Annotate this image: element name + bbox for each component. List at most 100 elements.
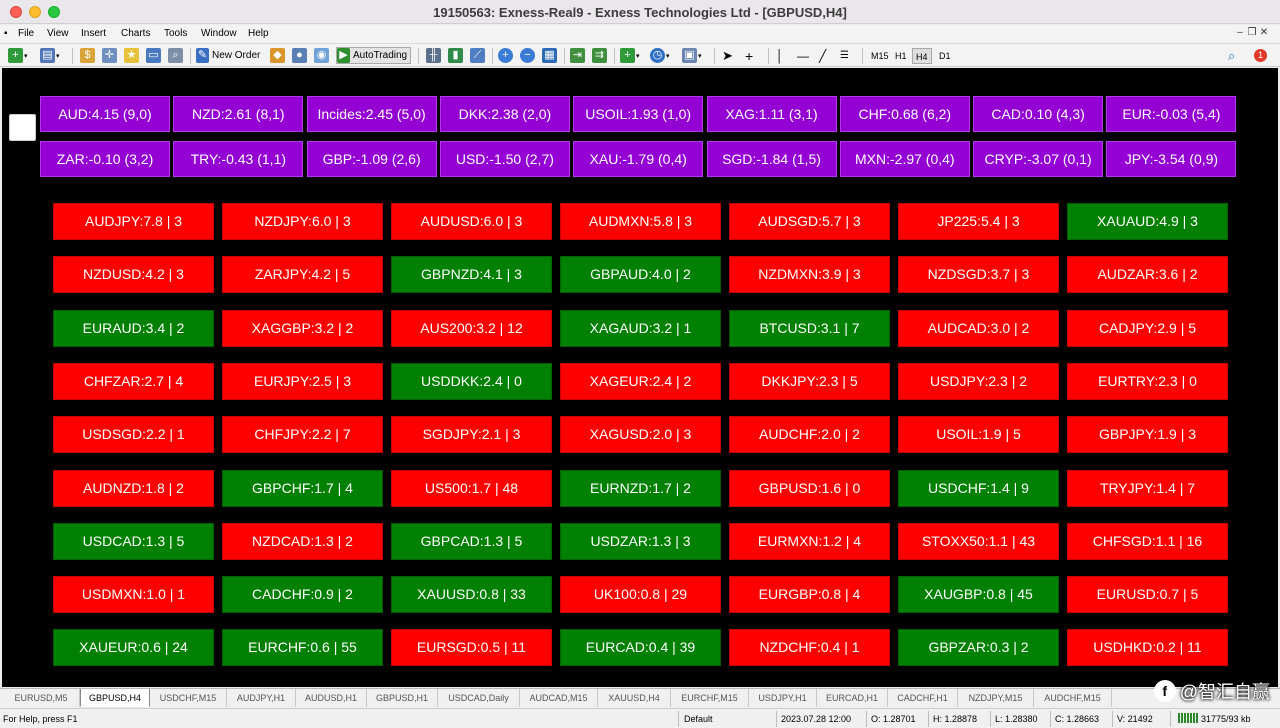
timeframe-h1[interactable]: H1 bbox=[892, 48, 910, 64]
signals-button[interactable]: ● bbox=[292, 47, 307, 64]
currency-strength-button[interactable]: Incides:2.45 (5,0) bbox=[306, 96, 437, 132]
chart-tab[interactable]: AUDUSD,H1 bbox=[296, 689, 367, 707]
currency-strength-button[interactable]: XAG:1.11 (3,1) bbox=[706, 96, 837, 132]
panel-toggle-button[interactable] bbox=[9, 114, 36, 141]
pair-strength-button[interactable]: AUDUSD:6.0 | 3 bbox=[391, 203, 552, 240]
pair-strength-button[interactable]: USOIL:1.9 | 5 bbox=[898, 416, 1059, 454]
pair-strength-button[interactable]: GBPNZD:4.1 | 3 bbox=[391, 256, 552, 294]
pair-strength-button[interactable]: XAGGBP:3.2 | 2 bbox=[222, 309, 383, 347]
pair-strength-button[interactable]: GBPUSD:1.6 | 0 bbox=[729, 469, 890, 507]
pair-strength-button[interactable]: USDCAD:1.3 | 5 bbox=[53, 522, 214, 560]
mdi-restore-button[interactable]: ❐ bbox=[1246, 27, 1258, 38]
mdi-minimize-button[interactable]: – bbox=[1234, 27, 1246, 38]
pair-strength-button[interactable]: AUDCAD:3.0 | 2 bbox=[898, 309, 1059, 347]
pair-strength-button[interactable]: SGDJPY:2.1 | 3 bbox=[391, 416, 552, 454]
pair-strength-button[interactable]: AUS200:3.2 | 12 bbox=[391, 309, 552, 347]
pair-strength-button[interactable]: CADJPY:2.9 | 5 bbox=[1067, 309, 1228, 347]
chart-tab[interactable]: GBPUSD,H1 bbox=[367, 689, 438, 707]
tile-windows-button[interactable]: ▦ bbox=[542, 47, 557, 64]
pair-strength-button[interactable]: XAUEUR:0.6 | 24 bbox=[53, 629, 214, 667]
pair-strength-button[interactable]: CHFSGD:1.1 | 16 bbox=[1067, 522, 1228, 560]
new-chart-button[interactable]: + ▾ bbox=[8, 47, 28, 64]
chart-tab[interactable]: EURCAD,H1 bbox=[817, 689, 888, 707]
pair-strength-button[interactable]: GBPZAR:0.3 | 2 bbox=[898, 629, 1059, 667]
chart-tab[interactable]: NZDJPY,M15 bbox=[958, 689, 1034, 707]
pair-strength-button[interactable]: AUDNZD:1.8 | 2 bbox=[53, 469, 214, 507]
currency-strength-button[interactable]: MXN:-2.97 (0,4) bbox=[839, 141, 970, 177]
menu-file[interactable]: File bbox=[18, 28, 34, 39]
pair-strength-button[interactable]: GBPAUD:4.0 | 2 bbox=[560, 256, 721, 294]
pair-strength-button[interactable]: USDHKD:0.2 | 11 bbox=[1067, 629, 1228, 667]
terminal-button[interactable]: ▭ bbox=[146, 47, 161, 64]
pair-strength-button[interactable]: BTCUSD:3.1 | 7 bbox=[729, 309, 890, 347]
templates-button[interactable]: ▣ ▾ bbox=[682, 47, 702, 64]
menu-tools[interactable]: Tools bbox=[164, 28, 187, 39]
pair-strength-button[interactable]: EURTRY:2.3 | 0 bbox=[1067, 362, 1228, 400]
currency-strength-button[interactable]: TRY:-0.43 (1,1) bbox=[173, 141, 304, 177]
chart-tab[interactable]: USDJPY,H1 bbox=[749, 689, 817, 707]
menu-charts[interactable]: Charts bbox=[121, 28, 150, 39]
notifications-button[interactable]: 1 bbox=[1254, 47, 1267, 64]
timeframe-d1[interactable]: D1 bbox=[936, 48, 954, 64]
pair-strength-button[interactable]: XAUUSD:0.8 | 33 bbox=[391, 576, 552, 614]
menu-view[interactable]: View bbox=[47, 28, 69, 39]
pair-strength-button[interactable]: NZDCAD:1.3 | 2 bbox=[222, 522, 383, 560]
profiles-button[interactable]: ▤ ▾ bbox=[40, 47, 60, 64]
pair-strength-button[interactable]: EURAUD:3.4 | 2 bbox=[53, 309, 214, 347]
pair-strength-button[interactable]: EURNZD:1.7 | 2 bbox=[560, 469, 721, 507]
pair-strength-button[interactable]: NZDCHF:0.4 | 1 bbox=[729, 629, 890, 667]
currency-strength-button[interactable]: AUD:4.15 (9,0) bbox=[40, 96, 170, 132]
pair-strength-button[interactable]: ZARJPY:4.2 | 5 bbox=[222, 256, 383, 294]
pair-strength-button[interactable]: DKKJPY:2.3 | 5 bbox=[729, 362, 890, 400]
chart-tab[interactable]: XAUUSD,H4 bbox=[598, 689, 671, 707]
line-chart-button[interactable]: ⟋ bbox=[470, 47, 485, 64]
pair-strength-button[interactable]: CADCHF:0.9 | 2 bbox=[222, 576, 383, 614]
menu-insert[interactable]: Insert bbox=[81, 28, 106, 39]
search-button[interactable]: ⌕ bbox=[1228, 47, 1235, 64]
currency-strength-button[interactable]: USD:-1.50 (2,7) bbox=[439, 141, 570, 177]
currency-strength-button[interactable]: CAD:0.10 (4,3) bbox=[973, 96, 1104, 132]
currency-strength-button[interactable]: CRYP:-3.07 (0,1) bbox=[973, 141, 1104, 177]
pair-strength-button[interactable]: EURJPY:2.5 | 3 bbox=[222, 362, 383, 400]
chart-tab[interactable]: EURCHF,M15 bbox=[671, 689, 749, 707]
timeframe-m15[interactable]: M15 bbox=[868, 48, 892, 64]
pair-strength-button[interactable]: EURCAD:0.4 | 39 bbox=[560, 629, 721, 667]
currency-strength-button[interactable]: XAU:-1.79 (0,4) bbox=[573, 141, 704, 177]
pair-strength-button[interactable]: CHFZAR:2.7 | 4 bbox=[53, 362, 214, 400]
chart-tab[interactable]: USDCAD,Daily bbox=[438, 689, 520, 707]
chart-tab[interactable]: EURUSD,M5 bbox=[3, 689, 80, 707]
zoom-out-button[interactable]: − bbox=[520, 47, 535, 64]
zoom-in-button[interactable]: + bbox=[498, 47, 513, 64]
pair-strength-button[interactable]: AUDSGD:5.7 | 3 bbox=[729, 203, 890, 240]
chart-tab[interactable]: AUDJPY,H1 bbox=[227, 689, 296, 707]
pair-strength-button[interactable]: USDJPY:2.3 | 2 bbox=[898, 362, 1059, 400]
pair-strength-button[interactable]: GBPCHF:1.7 | 4 bbox=[222, 469, 383, 507]
pair-strength-button[interactable]: USDDKK:2.4 | 0 bbox=[391, 362, 552, 400]
pair-strength-button[interactable]: TRYJPY:1.4 | 7 bbox=[1067, 469, 1228, 507]
currency-strength-button[interactable]: USOIL:1.93 (1,0) bbox=[573, 96, 704, 132]
chart-tab[interactable]: USDCHF,M15 bbox=[150, 689, 227, 707]
chart-shift-button[interactable]: ⇥ bbox=[570, 47, 585, 64]
currency-strength-button[interactable]: SGD:-1.84 (1,5) bbox=[706, 141, 837, 177]
pair-strength-button[interactable]: EURGBP:0.8 | 4 bbox=[729, 576, 890, 614]
horizontal-line-button[interactable]: — bbox=[797, 47, 809, 64]
currency-strength-button[interactable]: ZAR:-0.10 (3,2) bbox=[40, 141, 170, 177]
bar-chart-button[interactable]: ╫ bbox=[426, 47, 441, 64]
currency-strength-button[interactable]: CHF:0.68 (6,2) bbox=[839, 96, 970, 132]
currency-strength-button[interactable]: GBP:-1.09 (2,6) bbox=[306, 141, 437, 177]
pair-strength-button[interactable]: AUDCHF:2.0 | 2 bbox=[729, 416, 890, 454]
pair-strength-button[interactable]: NZDSGD:3.7 | 3 bbox=[898, 256, 1059, 294]
currency-strength-button[interactable]: DKK:2.38 (2,0) bbox=[439, 96, 570, 132]
autoscroll-button[interactable]: ⇉ bbox=[592, 47, 607, 64]
pair-strength-button[interactable]: USDCHF:1.4 | 9 bbox=[898, 469, 1059, 507]
pair-strength-button[interactable]: EURSGD:0.5 | 11 bbox=[391, 629, 552, 667]
vps-button[interactable]: ◉ bbox=[314, 47, 329, 64]
cursor-button[interactable]: ➤ bbox=[722, 47, 733, 64]
timeframe-h4[interactable]: H4 bbox=[912, 48, 932, 64]
channel-button[interactable]: ☰ bbox=[840, 47, 849, 64]
pair-strength-button[interactable]: XAUAUD:4.9 | 3 bbox=[1067, 203, 1228, 240]
vertical-line-button[interactable]: │ bbox=[776, 47, 784, 64]
menu-help[interactable]: Help bbox=[248, 28, 269, 39]
candle-chart-button[interactable]: ▮ bbox=[448, 47, 463, 64]
pair-strength-button[interactable]: CHFJPY:2.2 | 7 bbox=[222, 416, 383, 454]
